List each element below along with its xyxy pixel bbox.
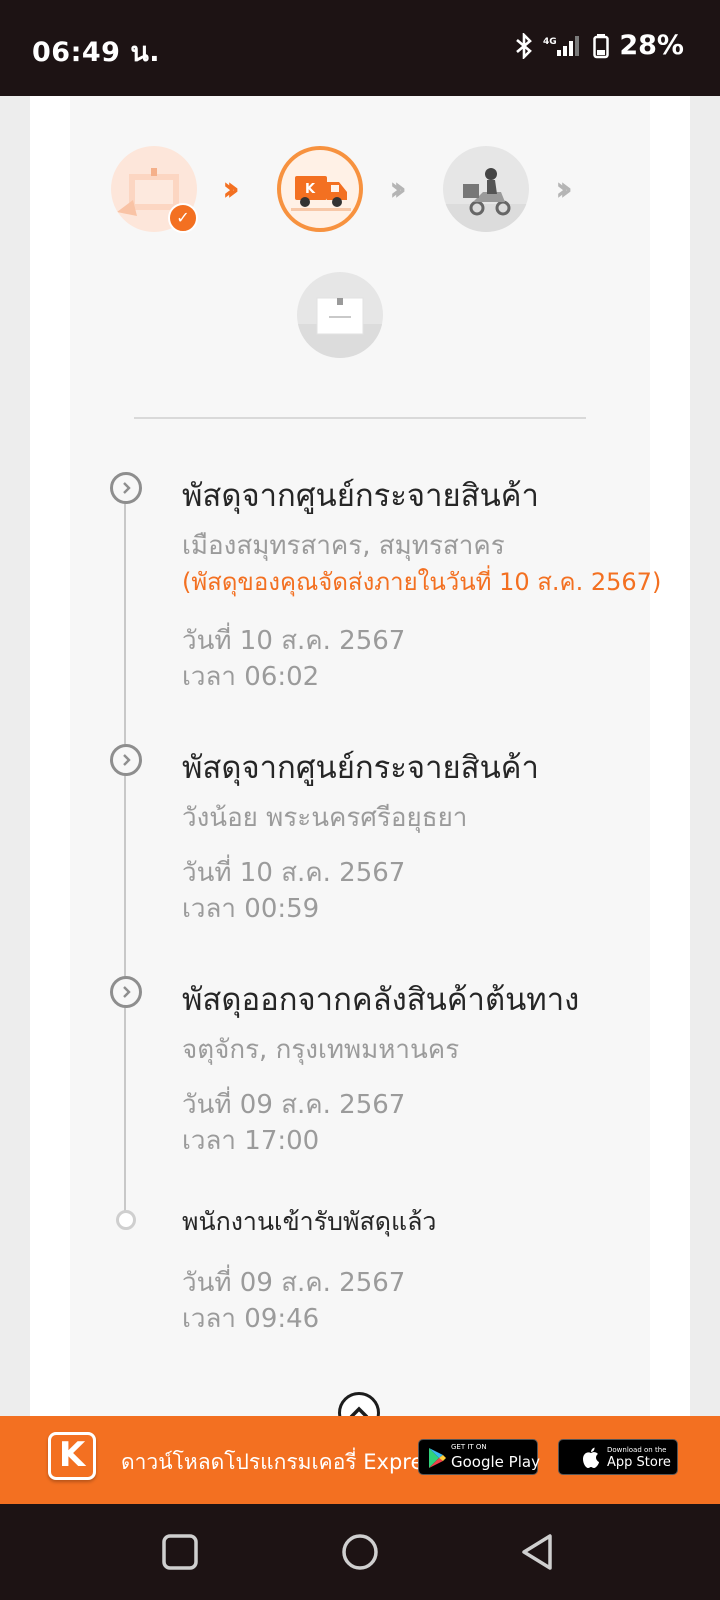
event-date: วันที่ 10 ส.ค. 2567 [182, 858, 406, 888]
square-icon [162, 1534, 198, 1570]
event-title: พนักงานเข้ารับพัสดุแล้ว [182, 1207, 437, 1236]
kerry-logo: K [48, 1432, 96, 1480]
google-play-button[interactable]: GET IT ON Google Play [418, 1439, 540, 1475]
app-store-small-text: Download on the [607, 1446, 667, 1454]
navigation-bar [0, 1504, 720, 1600]
bluetooth-icon [516, 32, 533, 59]
circle-icon [342, 1534, 378, 1570]
event-location: วังน้อย พระนครศรีอยุธยา [182, 803, 468, 833]
svg-text:K: K [305, 182, 316, 197]
status-bar: 06:49 น. 4G 28% [0, 0, 720, 96]
google-play-label: Google Play [451, 1453, 540, 1471]
google-play-icon [429, 1448, 446, 1468]
event-title: พัสดุจากศูนย์กระจายสินค้า [182, 478, 539, 514]
event-location: จตุจักร, กรุงเทพมหานคร [182, 1035, 460, 1065]
step-delivered [297, 272, 383, 358]
chevron-right-icon: ›› [222, 169, 240, 209]
download-app-banner[interactable]: K ดาวน์โหลดโปรแกรมเคอรี่ Express GET IT … [0, 1416, 720, 1504]
event-date: วันที่ 10 ส.ค. 2567 [182, 626, 406, 656]
home-button[interactable] [340, 1532, 380, 1572]
status-time: 06:49 น. [32, 37, 161, 68]
chevron-right-icon: ›› [389, 169, 407, 209]
divider [134, 417, 586, 419]
chevron-right-icon: ›› [555, 169, 573, 209]
step-in-transit: K [277, 146, 363, 232]
event-time: เวลา 09:46 [182, 1304, 320, 1334]
event-date: วันที่ 09 ส.ค. 2567 [182, 1090, 406, 1120]
timeline-chevron-icon [110, 744, 142, 776]
timeline-chevron-icon [110, 472, 142, 504]
battery-icon [593, 33, 610, 58]
banner-text: ดาวน์โหลดโปรแกรมเคอรี่ Express [121, 1450, 446, 1474]
timeline-line [124, 490, 126, 1218]
recent-apps-button[interactable] [160, 1532, 200, 1572]
google-play-small-text: GET IT ON [451, 1443, 487, 1451]
status-icons: 4G 28% [515, 30, 684, 61]
event-location: เมืองสมุทรสาคร, สมุทรสาคร [182, 531, 505, 561]
event-time: เวลา 17:00 [182, 1126, 320, 1156]
step-out-for-delivery [443, 146, 529, 232]
back-button[interactable] [518, 1532, 558, 1572]
svg-text:4G: 4G [543, 37, 557, 47]
app-store-button[interactable]: Download on the App Store [558, 1439, 678, 1475]
signal-icon: 4G [543, 35, 580, 56]
event-time: เวลา 06:02 [182, 662, 320, 692]
app-store-label: App Store [607, 1455, 671, 1470]
delivered-box-icon [297, 297, 383, 358]
event-date: วันที่ 09 ส.ค. 2567 [182, 1268, 406, 1298]
battery-percent: 28% [619, 30, 684, 61]
timeline-dot [116, 1210, 136, 1230]
check-icon: ✓ [168, 203, 198, 233]
event-title: พัสดุจากศูนย์กระจายสินค้า [182, 750, 539, 786]
truck-icon: K [291, 176, 351, 211]
motorbike-rider-icon [443, 168, 529, 232]
event-title: พัสดุออกจากคลังสินค้าต้นทาง [182, 982, 580, 1018]
triangle-back-icon [522, 1534, 552, 1570]
delivery-note: (พัสดุของคุณจัดส่งภายในวันที่ 10 ส.ค. 25… [182, 568, 662, 596]
event-time: เวลา 00:59 [182, 894, 320, 924]
timeline-chevron-icon [110, 976, 142, 1008]
apple-icon [583, 1447, 599, 1468]
